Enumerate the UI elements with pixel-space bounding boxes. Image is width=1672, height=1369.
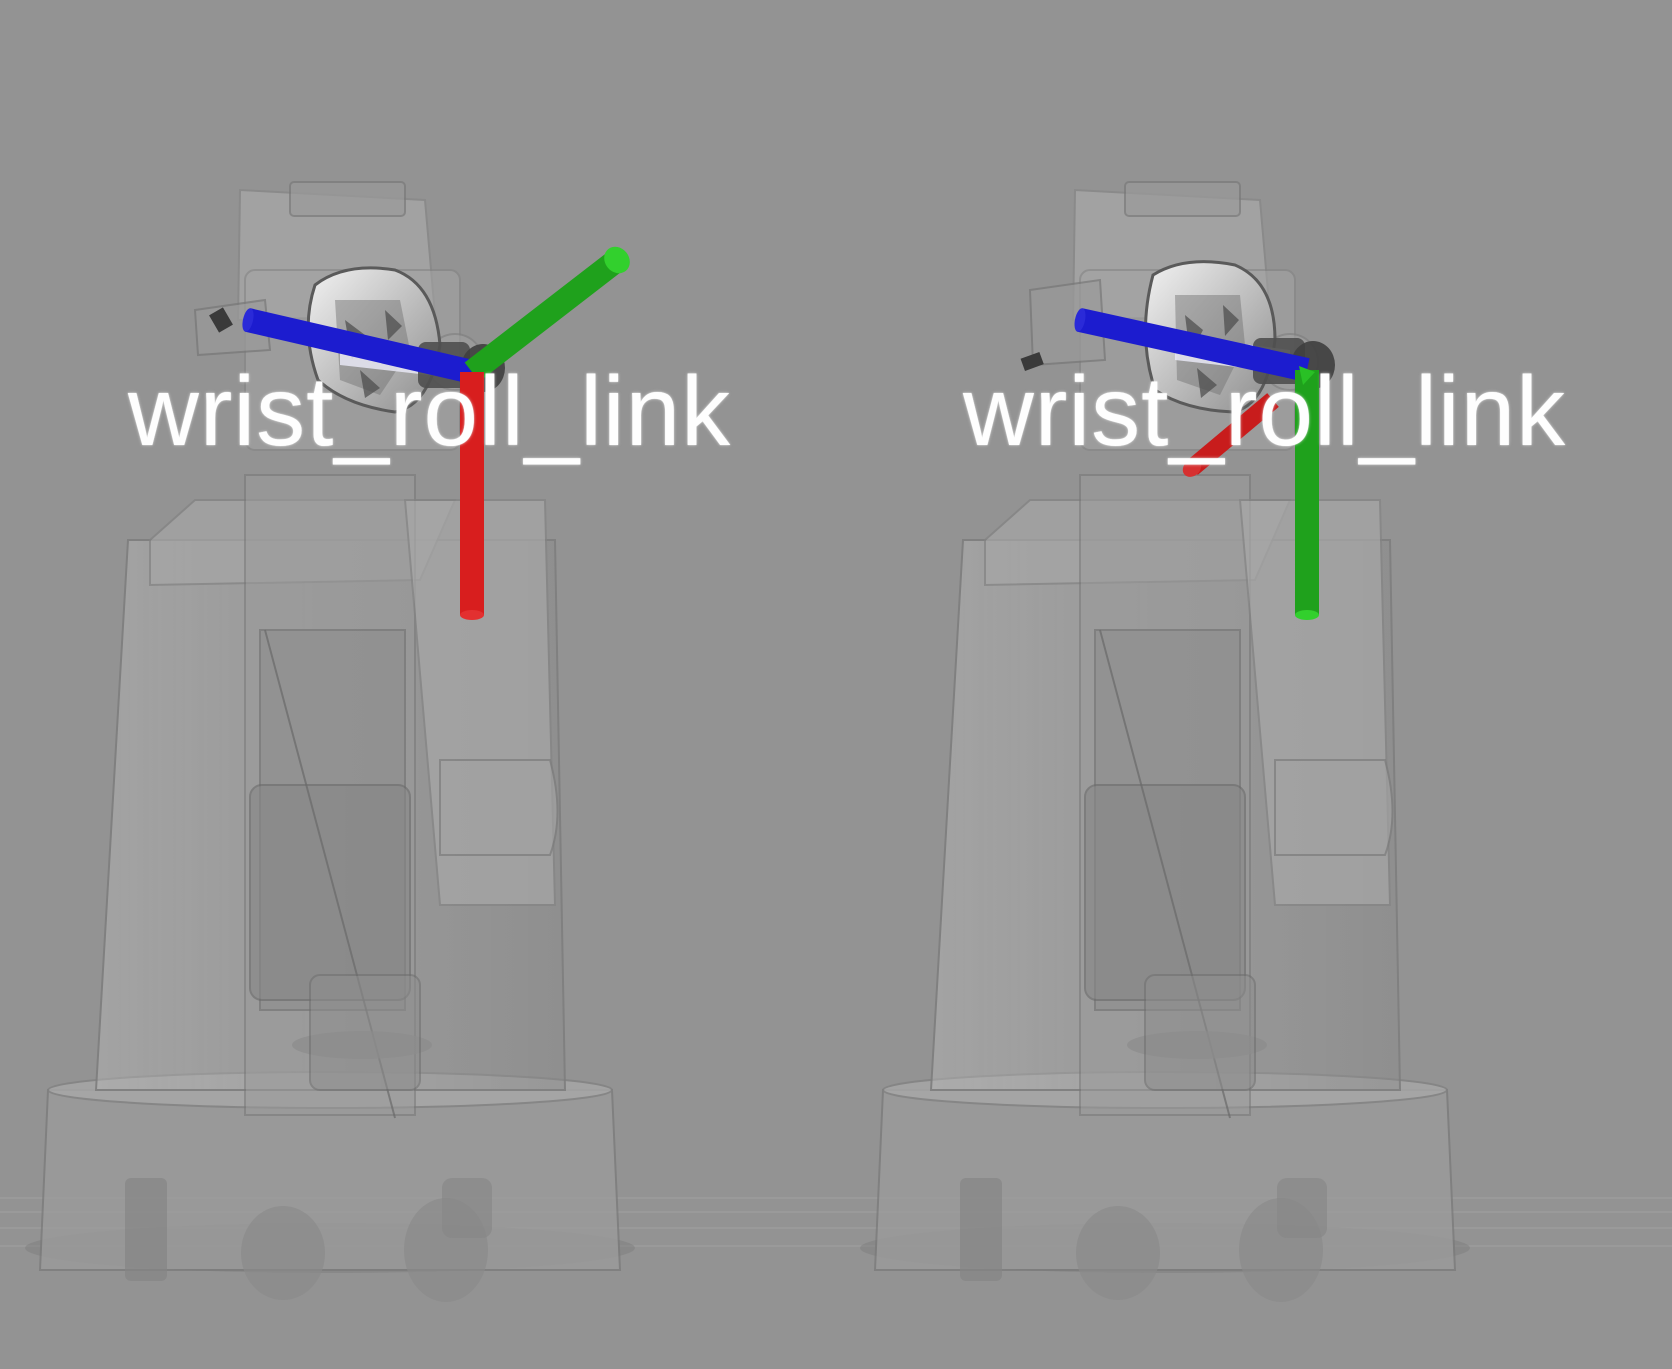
robot-scene	[0, 181, 1672, 1302]
axis-y	[464, 246, 630, 382]
robot-model-left	[25, 181, 635, 1302]
3d-viewport[interactable]: wrist_roll_link wrist_roll_link	[0, 0, 1672, 1369]
robot-model-right	[860, 181, 1470, 1302]
axis-x	[460, 372, 484, 620]
robot-torso	[94, 474, 567, 1119]
axis-y	[1295, 366, 1319, 620]
robot-torso	[929, 474, 1402, 1119]
